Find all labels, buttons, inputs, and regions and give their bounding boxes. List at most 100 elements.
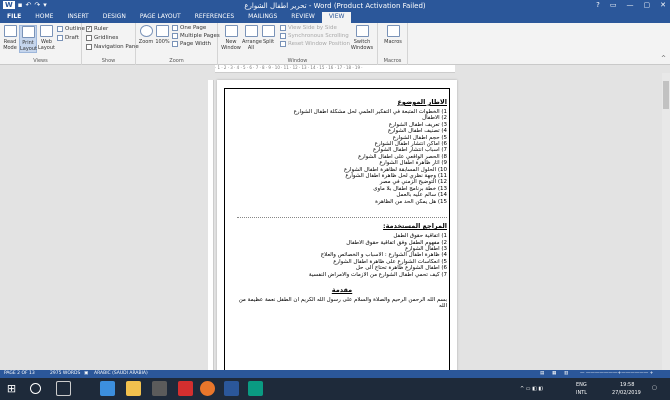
contents-list: 1) الخطوات المتبعة في التفكير العلمي لحل… [237, 109, 447, 205]
tab-home[interactable]: HOME [28, 12, 60, 23]
minimize-button[interactable]: — [627, 1, 634, 9]
page-indicator[interactable]: PAGE 2 OF 13 [4, 371, 35, 376]
ruler-checkbox[interactable]: ✓ Ruler [86, 26, 108, 32]
close-button[interactable]: ✕ [660, 1, 666, 9]
synchronous-scrolling-button[interactable]: Synchronous Scrolling [280, 33, 349, 39]
tab-page-layout[interactable]: PAGE LAYOUT [133, 12, 188, 23]
draft-icon [57, 35, 63, 41]
draft-button[interactable]: Draft [57, 35, 79, 41]
reset-window-icon [280, 41, 286, 47]
task-view-icon[interactable] [56, 381, 71, 396]
language-code[interactable]: ENG [576, 382, 587, 388]
tab-insert[interactable]: INSERT [60, 12, 95, 23]
section-heading: الاطار الموضوع [397, 98, 447, 106]
side-by-side-icon [280, 25, 286, 31]
horizontal-ruler[interactable]: · 1 · 2 · 3 · 4 · 5 · 6 · 7 · 8 · 9 · 10… [215, 65, 455, 73]
switch-windows-icon [355, 25, 369, 37]
clock-time[interactable]: 19:58 [620, 382, 634, 388]
references-list: 1) اتفاقية حقوق الطفل 2) مفهوم الطفل وفق… [237, 233, 447, 278]
navigation-pane-checkbox[interactable]: Navigation Pane [86, 44, 139, 50]
one-page-icon [172, 25, 178, 31]
page-width-button[interactable]: Page Width [172, 41, 211, 47]
zoom-slider[interactable]: — ———————+—————— + [580, 371, 653, 376]
reset-window-position-button[interactable]: Reset Window Position [280, 41, 350, 47]
views-group-label: Views [33, 58, 48, 64]
title-bar: W ▪ ↶ ↷ ▾ تحرير اطفال الشوارع - Word (Pr… [0, 0, 670, 12]
print-layout-status-icon[interactable]: ▦ [552, 371, 556, 376]
tab-references[interactable]: REFERENCES [188, 12, 241, 23]
new-window-icon [224, 25, 238, 37]
scrollbar-thumb[interactable] [663, 81, 669, 109]
app-icon[interactable] [178, 381, 193, 396]
document-page[interactable]: الاطار الموضوع 1) الخطوات المتبعة في الت… [217, 80, 457, 376]
sync-scroll-icon [280, 33, 286, 39]
word-taskbar-icon[interactable] [224, 381, 239, 396]
checkmark-icon: ✓ [86, 26, 92, 32]
help-button[interactable]: ? [596, 1, 600, 9]
outline-button[interactable]: Outline [57, 26, 85, 32]
status-bar: PAGE 2 OF 13 2975 WORDS ▣ ARABIC (SAUDI … [0, 370, 670, 378]
window-title: تحرير اطفال الشوارع - Word (Product Acti… [244, 2, 426, 10]
views-group: Read Mode Print Layout Web Layout Outlin… [0, 23, 85, 65]
tab-view[interactable]: VIEW [321, 12, 352, 23]
magnifier-icon [139, 25, 153, 37]
zoom-group-label: Zoom [169, 58, 184, 64]
search-icon[interactable] [30, 383, 41, 394]
store-icon[interactable] [152, 381, 167, 396]
show-group: ✓ Ruler Gridlines Navigation Pane Show [82, 23, 139, 65]
page-width-icon [172, 41, 178, 47]
window-controls: ? ▭ — ▢ ✕ [596, 1, 666, 9]
word-count[interactable]: 2975 WORDS [50, 371, 80, 376]
proofing-icon[interactable]: ▣ [84, 371, 88, 376]
intro-heading: مقدمة [331, 285, 353, 294]
tab-design[interactable]: DESIGN [96, 12, 133, 23]
split-button[interactable]: Split [261, 25, 276, 45]
divider [237, 217, 447, 219]
print-layout-button[interactable]: Print Layout [19, 25, 37, 53]
new-window-button[interactable]: New Window [221, 25, 241, 51]
macros-icon [386, 25, 400, 37]
language-indicator[interactable]: ARABIC (SAUDI ARABIA) [94, 371, 148, 376]
file-explorer-icon[interactable] [126, 381, 141, 396]
taskbar: ⊞ ^ ▭ ◧ ▮) ENG INTL 19:58 27/02/2019 ▢ [0, 378, 670, 400]
one-page-button[interactable]: One Page [172, 25, 206, 31]
macros-button[interactable]: Macros [382, 25, 404, 45]
gridlines-checkbox[interactable]: Gridlines [86, 35, 118, 41]
macros-group: Macros Macros [378, 23, 408, 65]
tray-icons[interactable]: ^ ▭ ◧ ▮) [520, 386, 543, 392]
zoom-100-icon [156, 25, 169, 37]
maximize-button[interactable]: ▢ [644, 1, 651, 9]
app-icon[interactable] [248, 381, 263, 396]
multiple-pages-button[interactable]: Multiple Pages [172, 33, 220, 39]
firefox-icon[interactable] [200, 381, 215, 396]
show-group-label: Show [101, 58, 116, 64]
tab-review[interactable]: REVIEW [284, 12, 322, 23]
notification-icon[interactable]: ▢ [652, 385, 657, 391]
document-body[interactable]: الاطار الموضوع 1) الخطوات المتبعة في الت… [237, 98, 447, 310]
start-icon[interactable]: ⊞ [4, 381, 19, 396]
outline-icon [57, 26, 63, 32]
vertical-ruler[interactable] [208, 80, 214, 370]
zoom-100-button[interactable]: 100% [155, 25, 170, 45]
collapse-ribbon-icon[interactable]: ^ [661, 55, 666, 62]
edge-icon[interactable] [100, 381, 115, 396]
vertical-scrollbar[interactable] [662, 73, 670, 370]
web-layout-status-icon[interactable]: ▥ [564, 371, 568, 376]
arrange-all-button[interactable]: Arrange All [242, 25, 262, 51]
read-mode-status-icon[interactable]: ▤ [540, 371, 544, 376]
references-heading: المراجع المستخدمة: [383, 222, 447, 231]
view-side-by-side-button[interactable]: View Side by Side [280, 25, 337, 31]
switch-windows-button[interactable]: Switch Windows [350, 25, 374, 51]
macros-group-label: Macros [383, 58, 402, 64]
intro-paragraph: بسم الله الرحمن الرحيم والصلاة والسلام ع… [238, 296, 447, 310]
region-code[interactable]: INTL [576, 390, 587, 396]
tab-mailings[interactable]: MAILINGS [241, 12, 284, 23]
ribbon: Read Mode Print Layout Web Layout Outlin… [0, 23, 670, 65]
web-layout-button[interactable]: Web Layout [38, 25, 55, 51]
clock-date[interactable]: 27/02/2019 [612, 390, 641, 396]
zoom-button[interactable]: Zoom [138, 25, 154, 45]
ribbon-display-button[interactable]: ▭ [610, 1, 617, 9]
read-mode-button[interactable]: Read Mode [2, 25, 18, 51]
tab-file[interactable]: FILE [0, 12, 29, 23]
ribbon-tabs: FILE HOME INSERT DESIGN PAGE LAYOUT REFE… [0, 12, 670, 23]
